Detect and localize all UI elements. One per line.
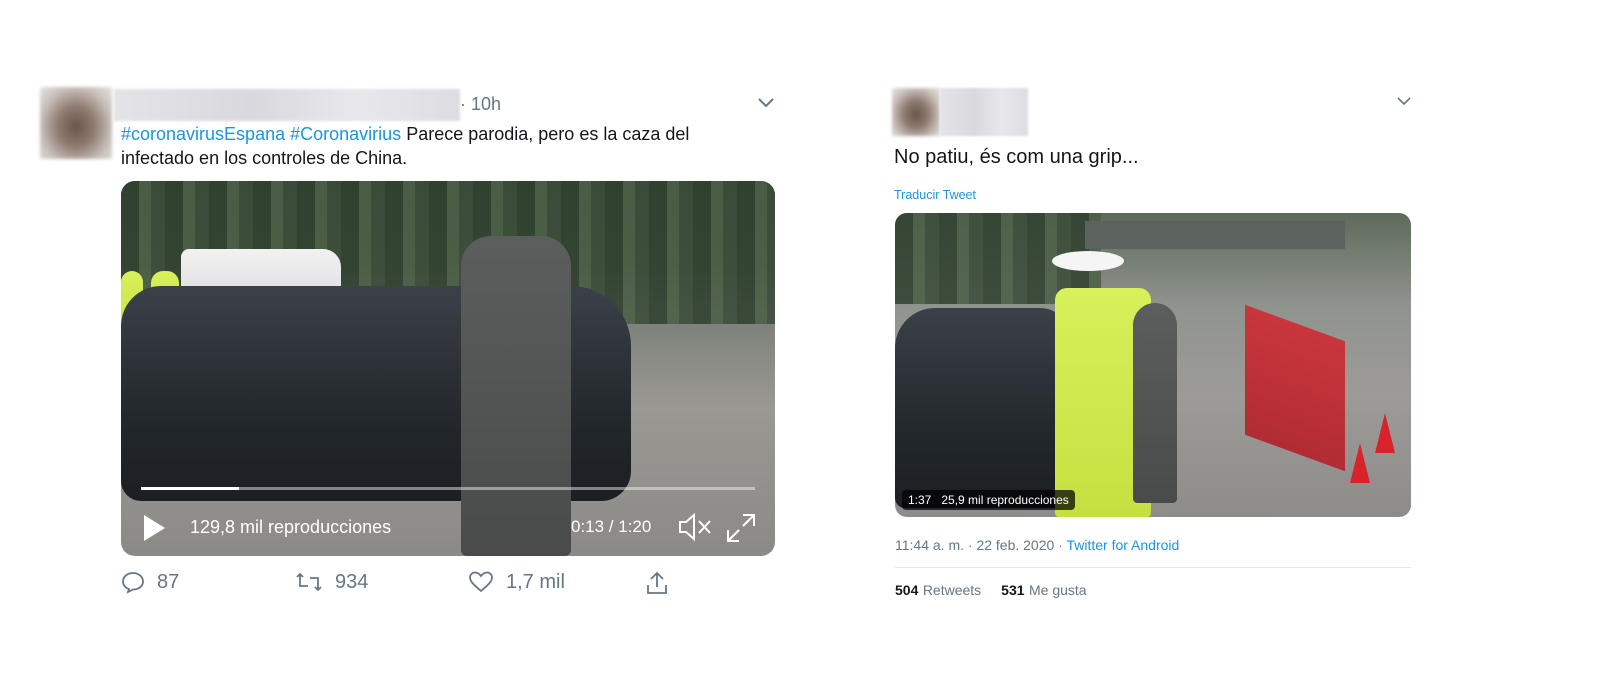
play-icon[interactable] (141, 513, 167, 543)
reply-action[interactable]: 87 (121, 570, 179, 594)
tweet-text-line2: infectado en los controles de China. (121, 148, 408, 168)
timestamp-text[interactable]: 11:44 a. m. · 22 feb. 2020 · (895, 537, 1066, 553)
video-meta-badge: 1:37 25,9 mil reproducciones (902, 490, 1075, 510)
tweet-text-line1: Parece parodia, pero es la caza del (406, 124, 690, 144)
author-name-blurred[interactable] (940, 88, 1028, 136)
likes-stat[interactable]: 531 Me gusta (1001, 582, 1086, 600)
video-views: 129,8 mil reproducciones (190, 517, 392, 537)
tweet-time-label: 10h (471, 94, 502, 114)
share-icon (645, 570, 669, 596)
video-frame-person (1133, 303, 1177, 503)
reply-count: 87 (157, 570, 180, 593)
video-thumbnail[interactable]: 1:37 25,9 mil reproducciones (895, 213, 1411, 517)
tweet-time[interactable]: · 10h (460, 94, 501, 115)
tweet-text: #coronavirusEspana #Coronavirius Parece … (121, 122, 781, 170)
fullscreen-icon[interactable] (725, 512, 757, 544)
divider (895, 567, 1411, 568)
mute-icon[interactable] (677, 512, 713, 542)
retweets-label: Retweets (922, 582, 982, 598)
video-frame-person (461, 236, 571, 556)
avatar[interactable] (40, 87, 112, 159)
client-link[interactable]: Twitter for Android (1066, 537, 1179, 553)
tweet-stats: 504 Retweets 531 Me gusta (895, 582, 1087, 600)
retweet-count: 934 (335, 570, 369, 593)
translate-tweet-link[interactable]: Traducir Tweet (894, 188, 976, 202)
video-duration: 1:37 (908, 493, 932, 507)
likes-count: 531 (1001, 582, 1025, 598)
chevron-down-icon[interactable] (756, 94, 776, 110)
avatar[interactable] (892, 88, 940, 136)
video-frame-toll-roof (1085, 221, 1345, 249)
likes-label: Me gusta (1028, 582, 1087, 598)
video-time: 0:13 / 1:20 (571, 517, 652, 536)
hashtag-coronavirusespana[interactable]: #coronavirusEspana (121, 124, 285, 144)
author-name-blurred[interactable] (114, 89, 460, 121)
reply-icon (121, 570, 145, 594)
heart-icon (468, 570, 494, 594)
like-action[interactable]: 1,7 mil (468, 570, 565, 594)
video-frame-cone (1375, 413, 1395, 453)
video-frame-barrier (1245, 304, 1345, 472)
video-frame-cone (1350, 443, 1370, 483)
retweet-action[interactable]: 934 (295, 570, 368, 594)
retweet-icon (295, 570, 323, 594)
tweet-timestamp: 11:44 a. m. · 22 feb. 2020 · Twitter for… (895, 537, 1179, 553)
retweets-count: 504 (895, 582, 919, 598)
video-frame-officer-cap (1052, 251, 1124, 271)
like-count: 1,7 mil (506, 570, 565, 593)
chevron-down-icon[interactable] (1396, 95, 1412, 107)
retweets-stat[interactable]: 504 Retweets (895, 582, 981, 600)
video-progress-track[interactable] (141, 487, 755, 490)
share-action[interactable] (645, 570, 669, 596)
video-player[interactable]: 129,8 mil reproducciones 0:13 / 1:20 (121, 181, 775, 556)
hashtag-coronavirius[interactable]: #Coronavirius (290, 124, 401, 144)
tweet-text: No patiu, és com una grip... (894, 146, 1139, 168)
video-frame-dark-car (895, 308, 1070, 508)
video-views: 25,9 mil reproducciones (941, 493, 1069, 507)
video-progress-fill (141, 487, 240, 490)
